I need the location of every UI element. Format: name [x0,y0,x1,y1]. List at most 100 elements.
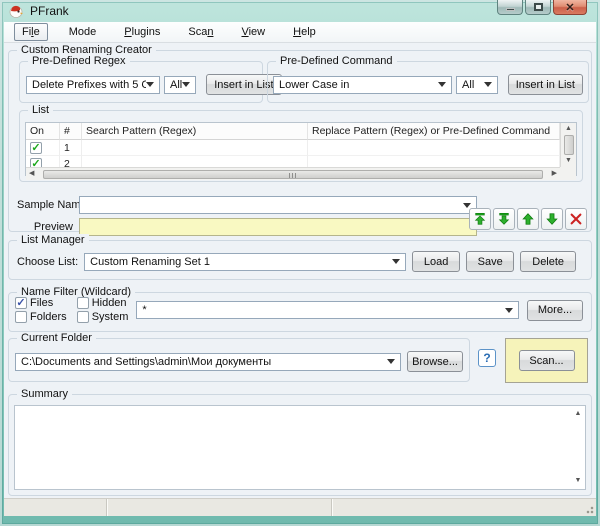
vertical-scrollbar[interactable]: ▲ ▼ [560,123,576,167]
choose-list-select[interactable]: Custom Renaming Set 1 [84,253,406,271]
scroll-up-icon[interactable]: ▲ [572,408,585,420]
command-insert-button[interactable]: Insert in List [508,74,583,95]
command-scope-select[interactable]: All [456,76,498,94]
app-icon [8,3,24,19]
menu-item-mode[interactable]: Mode [62,24,104,40]
summary-textarea[interactable]: ▲ ▼ [14,405,586,490]
table-header: On # Search Pattern (Regex) Replace Patt… [26,123,560,140]
regex-select[interactable]: Delete Prefixes with 5 Characte [26,76,160,94]
predefined-regex-label: Pre-Defined Regex [28,55,130,67]
maximize-button[interactable] [525,0,551,15]
scrollbar-thumb[interactable] [564,135,574,155]
chevron-down-icon [438,82,446,87]
chevron-down-icon [392,259,400,264]
menu-item-file[interactable]: File [14,23,48,41]
table-row[interactable]: ✓ 1 [26,140,560,156]
window-controls: ✕ [497,0,587,15]
arrow-up-icon [521,212,535,226]
statusbar [4,498,596,516]
folders-label: Folders [30,311,67,323]
sample-name-label: Sample Name [17,199,73,211]
scan-button[interactable]: Scan... [519,350,575,371]
scroll-down-icon[interactable]: ▼ [572,475,585,487]
list-group: List On # Search Pattern (Regex) Replace… [19,110,583,182]
menu-item-plugins[interactable]: Plugins [117,24,167,40]
browse-button[interactable]: Browse... [407,351,463,372]
scrollbar-thumb[interactable] [43,170,542,179]
minimize-icon [506,8,515,11]
menu-item-view[interactable]: View [234,24,272,40]
row-number: 1 [60,140,82,156]
predefined-regex-group: Pre-Defined Regex Delete Prefixes with 5… [19,61,263,103]
predefined-command-label: Pre-Defined Command [276,55,397,67]
folder-path-select[interactable]: C:\Documents and Settings\admin\Мои доку… [15,353,401,371]
wildcard-pattern-select[interactable]: * [136,301,519,319]
preview-label: Preview [17,221,73,233]
folders-checkbox-row[interactable]: Folders [15,311,67,323]
preview-field [79,218,477,236]
menu-item-help[interactable]: Help [286,24,323,40]
close-button[interactable]: ✕ [553,0,587,15]
resize-grip[interactable] [583,503,594,514]
table-body: On # Search Pattern (Regex) Replace Patt… [26,123,560,167]
arrow-up-bar-icon [473,212,487,226]
folders-checkbox[interactable] [15,311,27,323]
files-checkbox-row[interactable]: ✓ Files [15,297,67,309]
search-pattern-cell[interactable] [82,140,308,156]
chevron-down-icon [484,82,492,87]
choose-list-label: Choose List: [17,256,78,268]
hidden-checkbox[interactable] [77,297,89,309]
load-button[interactable]: Load [412,251,460,272]
maximize-icon [534,3,543,11]
predefined-command-group: Pre-Defined Command Lower Case in All In… [267,61,589,103]
scrollbar-corner [560,167,576,180]
status-panel-1 [4,499,107,516]
system-checkbox-row[interactable]: System [77,311,129,323]
titlebar[interactable]: PFrank ✕ [0,0,600,22]
list-manager-group: List Manager Choose List: Custom Renamin… [8,240,592,280]
custom-renaming-creator-group: Custom Renaming Creator Pre-Defined Rege… [8,50,592,232]
files-checkbox[interactable]: ✓ [15,297,27,309]
scroll-right-icon[interactable]: ▶ [549,168,560,180]
move-bottom-button[interactable] [493,208,515,230]
arrow-down-bar-icon [497,212,511,226]
summary-scrollbar[interactable]: ▲ ▼ [571,406,585,489]
delete-row-button[interactable] [565,208,587,230]
sample-name-select[interactable] [79,196,477,214]
help-button[interactable]: ? [478,349,496,367]
regex-scope-select[interactable]: All [164,76,196,94]
command-select[interactable]: Lower Case in [273,76,452,94]
move-top-button[interactable] [469,208,491,230]
minimize-button[interactable] [497,0,523,15]
summary-label: Summary [17,388,72,400]
save-button[interactable]: Save [466,251,514,272]
current-folder-group: Current Folder C:\Documents and Settings… [8,338,470,382]
name-filter-group: Name Filter (Wildcard) ✓ Files Hidden Fo… [8,292,592,332]
status-panel-3 [332,499,596,516]
system-label: System [92,311,129,323]
move-down-button[interactable] [541,208,563,230]
table-row[interactable]: ✓ 2 [26,156,560,167]
menu-item-scan[interactable]: Scan [181,24,220,40]
scroll-down-icon[interactable]: ▼ [562,155,575,167]
horizontal-scrollbar[interactable]: ◀ ▶ [26,167,560,180]
hidden-checkbox-row[interactable]: Hidden [77,297,129,309]
header-on: On [26,123,60,140]
system-checkbox[interactable] [77,311,89,323]
scroll-left-icon[interactable]: ◀ [26,168,37,180]
current-folder-label: Current Folder [17,332,96,344]
search-pattern-cell[interactable] [82,156,308,167]
scan-highlight-panel: Scan... [505,338,588,383]
delete-button[interactable]: Delete [520,251,576,272]
move-up-button[interactable] [517,208,539,230]
more-button[interactable]: More... [527,300,583,321]
row-enabled-checkbox[interactable]: ✓ [30,142,42,154]
chevron-down-icon [182,82,190,87]
scroll-up-icon[interactable]: ▲ [562,123,575,135]
row-number: 2 [60,156,82,167]
chevron-down-icon [463,203,471,208]
replace-pattern-cell[interactable] [308,140,560,156]
replace-pattern-cell[interactable] [308,156,560,167]
menubar: File Mode Plugins Scan View Help [4,22,596,43]
row-enabled-checkbox[interactable]: ✓ [30,158,42,168]
